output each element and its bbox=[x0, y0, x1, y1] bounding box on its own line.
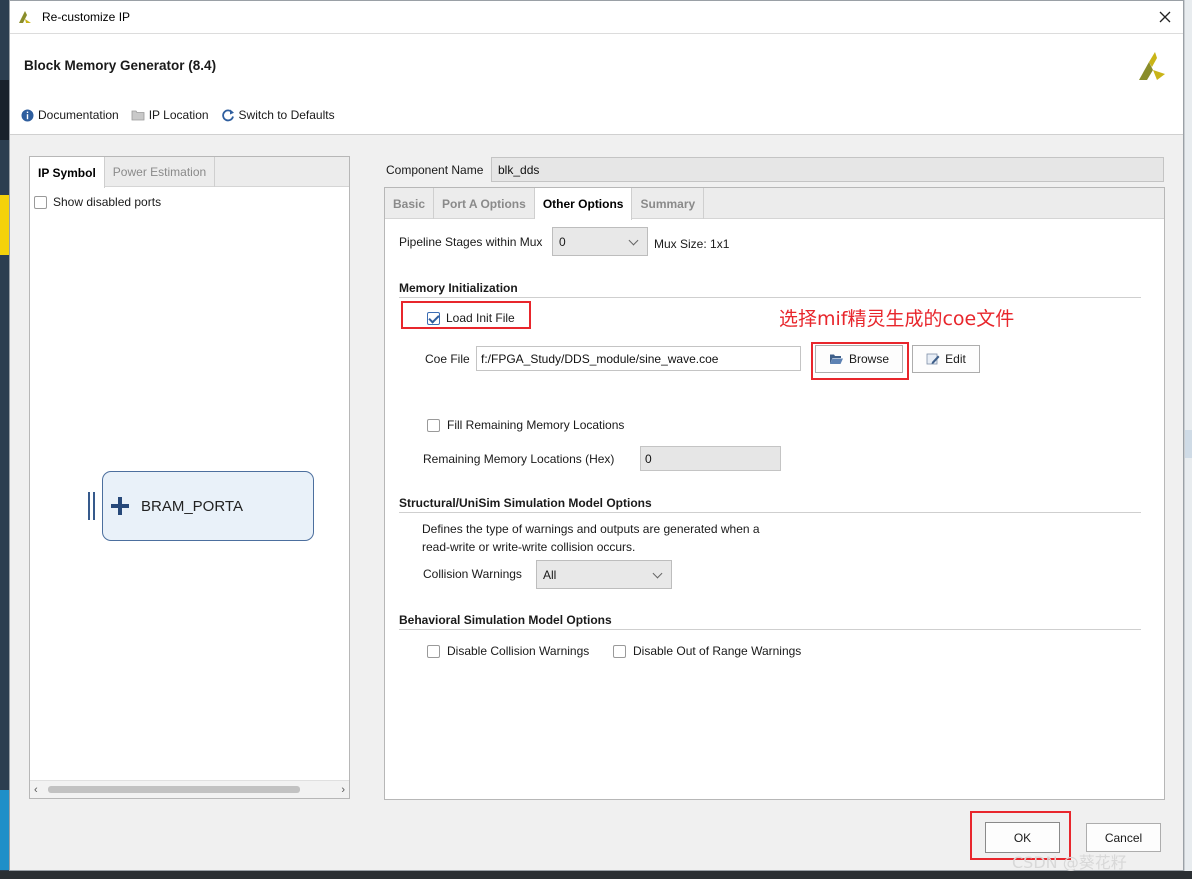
edit-button[interactable]: Edit bbox=[912, 345, 980, 373]
disable-collision-label: Disable Collision Warnings bbox=[447, 644, 590, 658]
disable-range-checkbox[interactable] bbox=[613, 644, 626, 658]
bram-porta-interface[interactable]: BRAM_PORTA bbox=[102, 471, 314, 541]
show-disabled-ports-checkbox[interactable] bbox=[34, 195, 47, 209]
close-button[interactable] bbox=[1155, 7, 1175, 27]
collision-warnings-value: All bbox=[543, 567, 557, 582]
pipeline-stages-value: 0 bbox=[559, 234, 566, 249]
behavioral-options-heading: Behavioral Simulation Model Options bbox=[399, 613, 612, 627]
documentation-button[interactable]: Documentation bbox=[20, 108, 119, 122]
folder-icon bbox=[131, 108, 145, 122]
remaining-locations-field[interactable] bbox=[640, 446, 781, 471]
xilinx-logo-icon bbox=[1139, 52, 1165, 80]
structural-description-line1: Defines the type of warnings and outputs… bbox=[422, 522, 760, 536]
component-name-field[interactable] bbox=[491, 157, 1164, 182]
component-name-label: Component Name bbox=[386, 163, 484, 177]
re-customize-ip-dialog: Re-customize IP Block Memory Generator (… bbox=[9, 0, 1184, 872]
structural-description-line2: read-write or write-write collision occu… bbox=[422, 540, 636, 554]
highlight-load-init bbox=[401, 301, 531, 329]
tab-power-estimation[interactable]: Power Estimation bbox=[105, 157, 216, 187]
switch-to-defaults-label: Switch to Defaults bbox=[238, 108, 335, 122]
scroll-left-icon[interactable]: ‹ bbox=[34, 784, 38, 796]
disable-range-label: Disable Out of Range Warnings bbox=[633, 644, 802, 658]
section-divider bbox=[399, 297, 1141, 298]
tab-basic[interactable]: Basic bbox=[385, 188, 435, 219]
section-divider bbox=[399, 512, 1141, 513]
window-title: Re-customize IP bbox=[42, 10, 131, 24]
disable-collision-option[interactable]: Disable Collision Warnings bbox=[427, 644, 589, 658]
disable-collision-checkbox[interactable] bbox=[427, 644, 440, 658]
cancel-label: Cancel bbox=[1104, 830, 1143, 845]
chevron-down-icon bbox=[628, 235, 639, 246]
title-bar: Re-customize IP bbox=[10, 1, 1183, 33]
coe-file-label: Coe File bbox=[425, 352, 470, 366]
tab-port-a-options[interactable]: Port A Options bbox=[434, 188, 535, 219]
left-tab-bar: IP Symbol Power Estimation bbox=[30, 157, 349, 188]
edit-icon bbox=[926, 353, 940, 365]
ip-title: Block Memory Generator (8.4) bbox=[24, 58, 217, 73]
scrollbar-thumb[interactable] bbox=[48, 786, 300, 793]
ip-location-label: IP Location bbox=[148, 108, 209, 122]
background-app-fragment bbox=[1185, 430, 1192, 458]
chevron-down-icon bbox=[652, 568, 663, 579]
annotation-text: 选择mif精灵生成的coe文件 bbox=[779, 308, 1015, 330]
ip-location-button[interactable]: IP Location bbox=[131, 108, 209, 122]
cancel-button[interactable]: Cancel bbox=[1086, 823, 1161, 852]
close-icon bbox=[1159, 11, 1171, 23]
info-icon bbox=[20, 108, 34, 122]
memory-initialization-heading: Memory Initialization bbox=[399, 281, 518, 295]
ip-header: Block Memory Generator (8.4) Documentati… bbox=[10, 33, 1183, 135]
header-toolbar: Documentation IP Location Switch to Defa… bbox=[20, 108, 335, 122]
fill-remaining-checkbox[interactable] bbox=[427, 418, 440, 432]
tab-other-options[interactable]: Other Options bbox=[534, 188, 633, 220]
vivado-logo-icon bbox=[19, 11, 31, 23]
disable-range-option[interactable]: Disable Out of Range Warnings bbox=[613, 644, 801, 658]
fill-remaining-option[interactable]: Fill Remaining Memory Locations bbox=[427, 418, 624, 432]
background-app-fragment bbox=[0, 80, 9, 140]
tab-ip-symbol[interactable]: IP Symbol bbox=[30, 157, 105, 188]
mux-size-label: Mux Size: 1x1 bbox=[654, 237, 730, 251]
watermark: CSDN @葵花籽 bbox=[1012, 853, 1127, 872]
scroll-right-icon[interactable]: › bbox=[341, 784, 345, 796]
background-app-left-edge bbox=[0, 0, 9, 879]
show-disabled-ports-option[interactable]: Show disabled ports bbox=[34, 195, 161, 209]
options-panel: Basic Port A Options Other Options Summa… bbox=[384, 187, 1165, 800]
horizontal-scrollbar[interactable]: ‹ › bbox=[30, 780, 349, 798]
collision-warnings-select[interactable]: All bbox=[536, 560, 672, 589]
collision-warnings-label: Collision Warnings bbox=[423, 567, 522, 581]
tab-summary[interactable]: Summary bbox=[632, 188, 705, 219]
pipeline-stages-select[interactable]: 0 bbox=[552, 227, 648, 256]
refresh-icon bbox=[221, 108, 235, 122]
coe-file-path-field[interactable] bbox=[476, 346, 801, 371]
fill-remaining-label: Fill Remaining Memory Locations bbox=[447, 418, 625, 432]
show-disabled-ports-label: Show disabled ports bbox=[53, 195, 162, 209]
remaining-locations-label: Remaining Memory Locations (Hex) bbox=[423, 452, 615, 466]
background-app-fragment bbox=[0, 790, 9, 870]
background-app-right-edge bbox=[1184, 0, 1192, 879]
section-divider bbox=[399, 629, 1141, 630]
bram-porta-label: BRAM_PORTA bbox=[141, 497, 243, 515]
background-app-fragment bbox=[0, 195, 9, 255]
expand-plus-icon[interactable] bbox=[111, 497, 129, 515]
ip-symbol-panel: IP Symbol Power Estimation Show disabled… bbox=[29, 156, 350, 799]
documentation-label: Documentation bbox=[38, 108, 119, 122]
structural-options-heading: Structural/UniSim Simulation Model Optio… bbox=[399, 496, 652, 510]
pipeline-stages-label: Pipeline Stages within Mux bbox=[399, 235, 543, 249]
switch-to-defaults-button[interactable]: Switch to Defaults bbox=[221, 108, 335, 122]
highlight-browse bbox=[811, 342, 909, 380]
options-tab-bar: Basic Port A Options Other Options Summa… bbox=[385, 188, 1164, 220]
edit-label: Edit bbox=[945, 352, 966, 366]
port-connector-icon bbox=[88, 492, 98, 520]
